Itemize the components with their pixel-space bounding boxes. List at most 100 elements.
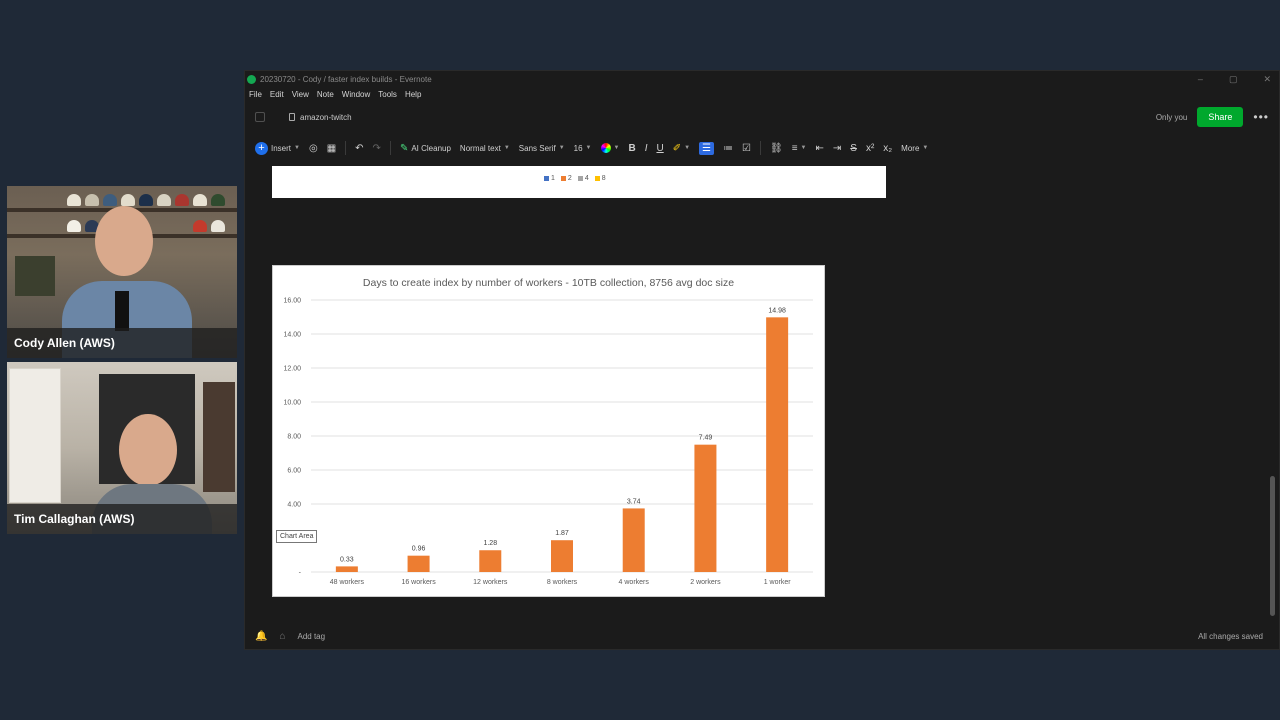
data-label: 0.33 [340, 556, 354, 563]
embedded-chart[interactable]: Days to create index by number of worker… [272, 265, 825, 597]
y-tick-label: 8.00 [287, 434, 301, 441]
legend-item: 8 [594, 175, 606, 182]
font-family-label: Sans Serif [518, 143, 556, 153]
data-label: 1.28 [483, 540, 497, 547]
window-title: 20230720 - Cody / faster index builds - … [260, 74, 432, 84]
align-left-icon: ≡ [791, 142, 798, 154]
numbered-list-icon[interactable]: ≔ [723, 143, 733, 154]
formatting-toolbar: + Insert ▼ ◎ ▦ ↶ ↷ ✎ AI Cleanup Normal t… [245, 133, 1279, 163]
bar [622, 508, 645, 572]
note-footer: 🔔 ⌂ Add tag All changes saved [245, 623, 1279, 649]
note-body[interactable]: 1 2 4 8 Days to create index by number o… [245, 163, 1267, 621]
chevron-down-icon: ▼ [294, 145, 300, 151]
note-header: amazon-twitch Only you Share ••• [245, 101, 1279, 133]
visibility-label[interactable]: Only you [1156, 113, 1188, 122]
notebook-name: amazon-twitch [300, 112, 352, 122]
chevron-down-icon: ▼ [503, 145, 510, 151]
door [9, 368, 61, 503]
link-icon[interactable]: ⛓ [770, 143, 783, 154]
notebook-icon [289, 113, 295, 121]
text-style-select[interactable]: Normal text ▼ [460, 144, 510, 153]
legend: 1 2 4 8 [544, 175, 606, 182]
divider [345, 141, 347, 155]
add-tag-input[interactable]: Add tag [298, 632, 326, 641]
underline-icon[interactable]: U [656, 143, 663, 154]
x-tick-label: 12 workers [473, 579, 508, 586]
font-size-label: 16 [573, 143, 583, 153]
bold-icon[interactable]: B [628, 143, 635, 154]
chart-area-tooltip: Chart Area [276, 530, 318, 543]
menu-window[interactable]: Window [342, 90, 370, 99]
scrollbar[interactable] [1270, 476, 1275, 616]
outdent-icon[interactable]: ⇤ [815, 143, 823, 154]
menu-view[interactable]: View [292, 90, 309, 99]
more-dots-icon[interactable]: ••• [1253, 110, 1269, 124]
menu-bar: File Edit View Note Window Tools Help [245, 87, 1279, 101]
font-family-select[interactable]: Sans Serif ▼ [519, 144, 565, 153]
minimize-button[interactable]: – [1198, 74, 1203, 85]
insert-button[interactable]: + Insert ▼ [255, 141, 300, 155]
align-select[interactable]: ≡ ▼ [792, 143, 807, 154]
highlight-select[interactable]: ✐ ▼ [673, 143, 690, 154]
y-tick-label: 4.00 [287, 502, 301, 509]
highlighter-icon: ✐ [672, 142, 682, 154]
x-tick-label: 8 workers [547, 579, 578, 586]
chevron-down-icon: ▼ [922, 145, 929, 151]
bulleted-list-icon[interactable]: ☰ [699, 141, 715, 155]
bar [479, 550, 502, 572]
legend-swatch [544, 176, 549, 181]
ai-sparkle-icon: ✎ [399, 142, 409, 154]
menu-edit[interactable]: Edit [270, 90, 284, 99]
bar [766, 317, 789, 572]
superscript-icon[interactable]: x² [866, 143, 874, 154]
italic-icon[interactable]: I [645, 143, 648, 154]
close-button[interactable]: ✕ [1263, 74, 1271, 85]
maximize-button[interactable]: ▢ [1229, 74, 1238, 85]
subscript-icon[interactable]: x₂ [883, 143, 892, 154]
calendar-icon[interactable]: ▦ [327, 143, 336, 154]
data-label: 3.74 [627, 498, 641, 505]
evernote-window: 20230720 - Cody / faster index builds - … [244, 70, 1280, 650]
legend-swatch [560, 176, 566, 181]
menu-tools[interactable]: Tools [378, 90, 397, 99]
tag-icon[interactable]: ⌂ [279, 631, 285, 642]
bell-icon[interactable]: 🔔 [255, 631, 267, 642]
legend-item: 1 [544, 175, 555, 182]
insert-label: Insert [271, 143, 292, 153]
task-icon[interactable]: ◎ [309, 143, 318, 154]
y-tick-label: 12.00 [283, 366, 301, 373]
x-tick-label: 1 worker [764, 579, 792, 586]
participant-name: Cody Allen (AWS) [7, 328, 237, 358]
font-size-select[interactable]: 16 ▼ [574, 144, 592, 153]
evernote-logo-icon [247, 74, 256, 84]
legend-item: 4 [577, 175, 589, 182]
bar [335, 566, 358, 572]
webcam-panel-cody: Cody Allen (AWS) [7, 186, 237, 358]
expand-note-icon[interactable] [255, 112, 265, 122]
strikethrough-icon[interactable]: S [850, 143, 857, 154]
redo-icon[interactable]: ↷ [373, 143, 381, 154]
notebook-selector[interactable]: amazon-twitch [289, 113, 352, 122]
data-label: 14.98 [768, 307, 786, 314]
x-tick-label: 48 workers [330, 579, 365, 586]
text-color-select[interactable]: ▼ [600, 143, 619, 153]
data-label: 7.49 [699, 435, 713, 442]
indent-icon[interactable]: ⇥ [833, 143, 841, 154]
menu-file[interactable]: File [249, 90, 262, 99]
legend-item: 2 [560, 175, 572, 182]
undo-icon[interactable]: ↶ [355, 143, 363, 154]
checklist-icon[interactable]: ☑ [742, 143, 751, 154]
share-button[interactable]: Share [1197, 107, 1244, 127]
y-tick-label: 10.00 [283, 400, 301, 407]
x-tick-label: 16 workers [401, 579, 436, 586]
menu-help[interactable]: Help [405, 90, 421, 99]
previous-chart-legend: 1 2 4 8 [272, 166, 886, 198]
more-formatting-button[interactable]: More ▼ [901, 144, 928, 153]
menu-note[interactable]: Note [317, 90, 334, 99]
ai-cleanup-button[interactable]: ✎ AI Cleanup [400, 143, 451, 154]
ai-cleanup-label: AI Cleanup [411, 143, 451, 153]
title-bar: 20230720 - Cody / faster index builds - … [245, 71, 1279, 87]
chevron-down-icon: ▼ [558, 145, 565, 151]
x-tick-label: 2 workers [690, 579, 721, 586]
bar [407, 555, 430, 572]
